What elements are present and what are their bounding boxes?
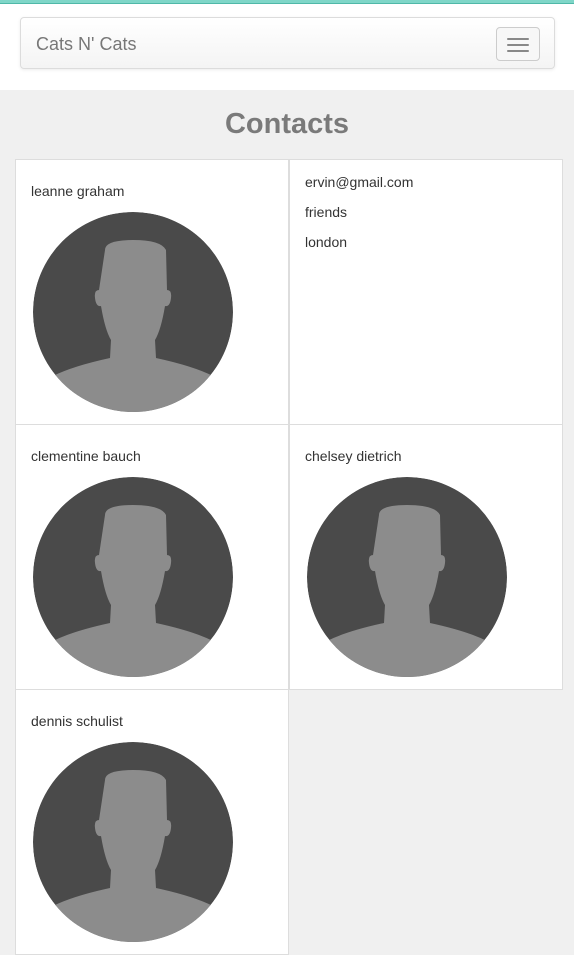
contact-name: leanne graham (31, 183, 125, 199)
contact-details-card[interactable]: ervin@gmail.com friends london (289, 159, 563, 425)
contact-card[interactable]: clementine bauch (15, 424, 289, 690)
page-title: Contacts (224, 108, 350, 140)
contact-name: chelsey dietrich (305, 448, 402, 464)
contact-city: london (305, 234, 348, 250)
contact-card[interactable]: leanne graham (15, 159, 289, 425)
contact-name: clementine bauch (31, 448, 141, 464)
person-silhouette-icon (33, 742, 233, 942)
header: Cats N' Cats (0, 4, 574, 90)
contact-name: dennis schulist (31, 713, 123, 729)
brand-link[interactable]: Cats N' Cats (36, 33, 136, 55)
contact-card[interactable]: chelsey dietrich (289, 424, 563, 690)
contact-email: ervin@gmail.com (305, 174, 414, 190)
hamburger-menu-icon-line (507, 50, 529, 52)
navbar: Cats N' Cats (20, 17, 555, 69)
hamburger-menu-icon-line (507, 44, 529, 46)
navbar-toggle-button[interactable] (496, 27, 540, 61)
contact-card[interactable]: dennis schulist (15, 689, 289, 955)
hamburger-menu-icon (507, 38, 529, 40)
person-silhouette-icon (33, 477, 233, 677)
contact-group: friends (305, 204, 348, 220)
person-silhouette-icon (307, 477, 507, 677)
person-silhouette-icon (33, 212, 233, 412)
